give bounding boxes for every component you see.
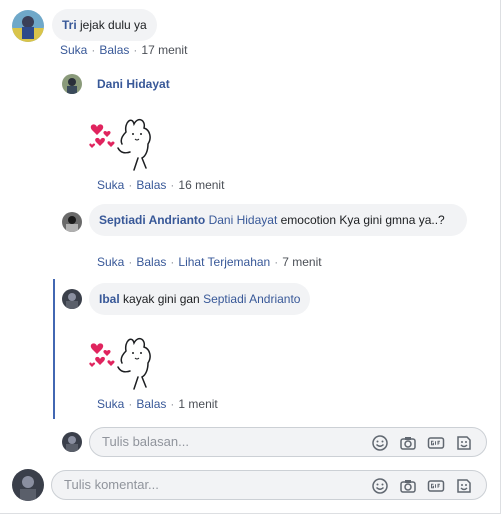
bunny-sticker: [89, 118, 151, 171]
comment-bubble: Septiadi Andrianto Dani Hidayat emocotio…: [89, 204, 467, 236]
highlight-bar: [53, 279, 55, 419]
mention-link[interactable]: Dani Hidayat: [209, 213, 278, 227]
like-link[interactable]: Suka: [60, 43, 87, 57]
avatar[interactable]: [12, 469, 44, 501]
translate-link[interactable]: Lihat Terjemahan: [178, 255, 270, 269]
mention-link[interactable]: Septiadi Andrianto: [203, 292, 300, 306]
like-link[interactable]: Suka: [97, 255, 124, 269]
comment-text: emocotion Kya gini gmna ya..?: [280, 213, 445, 227]
comment-author[interactable]: Ibal: [99, 292, 120, 306]
bunny-sticker: [89, 337, 151, 390]
comment-time[interactable]: 7 menit: [282, 255, 321, 269]
camera-icon[interactable]: [398, 476, 418, 496]
avatar[interactable]: [62, 212, 82, 232]
comment-bubble: Ibal kayak gini gan Septiadi Andrianto: [89, 283, 311, 315]
emoji-icon[interactable]: [370, 476, 390, 496]
comment-actions: Suka · Balas · 16 menit: [97, 178, 225, 192]
reply-link[interactable]: Balas: [136, 255, 166, 269]
comment-actions: Suka · Balas · 17 menit: [60, 43, 188, 57]
like-link[interactable]: Suka: [97, 397, 124, 411]
comment-time[interactable]: 17 menit: [141, 43, 187, 57]
reply-link[interactable]: Balas: [99, 43, 129, 57]
comment-time[interactable]: 16 menit: [178, 178, 224, 192]
reply-link[interactable]: Balas: [136, 397, 166, 411]
comment-bubble: Tri jejak dulu ya: [52, 9, 157, 41]
gif-icon[interactable]: [426, 433, 446, 453]
comment-author[interactable]: Dani Hidayat: [97, 77, 170, 91]
comment-actions: Suka · Balas · 1 menit: [97, 397, 218, 411]
comment-text: kayak gini gan: [123, 292, 200, 306]
avatar[interactable]: [62, 74, 82, 94]
comment-placeholder: Tulis komentar...: [64, 477, 159, 492]
avatar[interactable]: [12, 10, 44, 42]
avatar[interactable]: [62, 432, 82, 452]
reply-input[interactable]: Tulis balasan...: [89, 427, 487, 457]
comment-actions: Suka · Balas · Lihat Terjemahan · 7 menit: [97, 255, 322, 269]
emoji-icon[interactable]: [370, 433, 390, 453]
gif-icon[interactable]: [426, 476, 446, 496]
sticker-icon[interactable]: [454, 476, 474, 496]
comment-author[interactable]: Tri: [62, 18, 77, 32]
reply-link[interactable]: Balas: [136, 178, 166, 192]
comment-author[interactable]: Septiadi Andrianto: [99, 213, 205, 227]
like-link[interactable]: Suka: [97, 178, 124, 192]
comment-time[interactable]: 1 menit: [178, 397, 217, 411]
reply-placeholder: Tulis balasan...: [102, 434, 189, 449]
sticker-icon[interactable]: [454, 433, 474, 453]
camera-icon[interactable]: [398, 433, 418, 453]
comment-thread: Tri jejak dulu ya Suka · Balas · 17 menit Da…: [0, 0, 501, 514]
comment-input[interactable]: Tulis komentar...: [51, 470, 487, 500]
avatar[interactable]: [62, 289, 82, 309]
comment-text: jejak dulu ya: [80, 18, 147, 32]
